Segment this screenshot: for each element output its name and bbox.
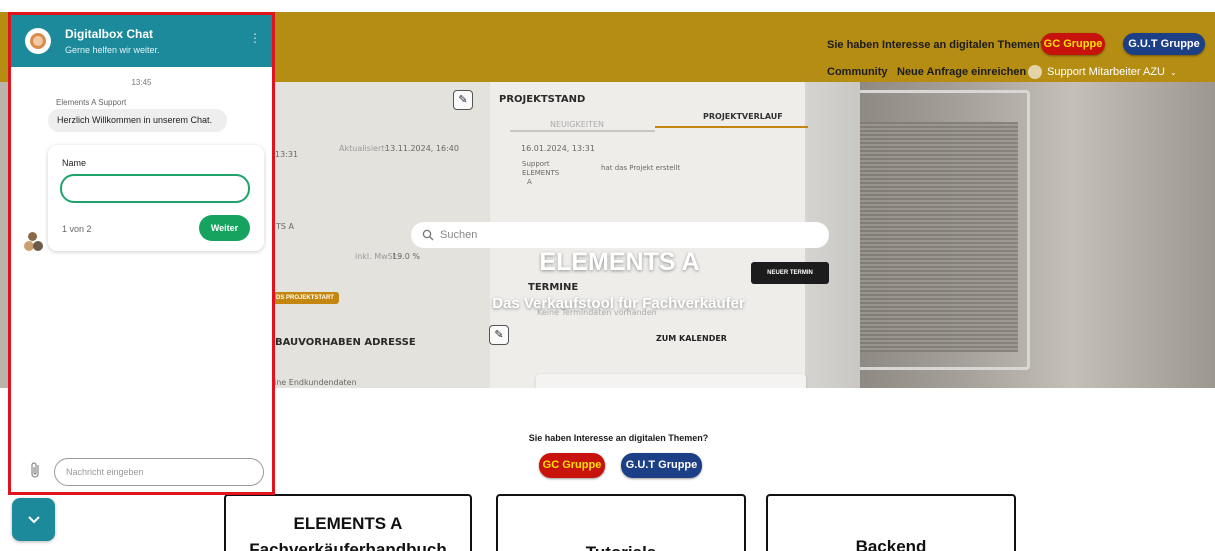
tile-title: ELEMENTS A [293, 514, 403, 533]
chat-sender-name: Elements A Support [56, 98, 127, 107]
chevron-down-icon: ⌄ [1170, 67, 1177, 77]
chat-widget: Digitalbox Chat Gerne helfen wir weiter.… [8, 12, 275, 495]
gut-gruppe-button[interactable]: G.U.T Gruppe [1123, 33, 1205, 55]
user-name: Support Mitarbeiter AZU [1047, 66, 1165, 78]
gc-gruppe-button-middle[interactable]: GC Gruppe [539, 453, 605, 478]
pencil-icon: ✎ [453, 90, 473, 110]
gc-gruppe-button[interactable]: GC Gruppe [1041, 33, 1105, 55]
search-bar[interactable]: Suchen [411, 222, 829, 248]
mock-date: 16.01.2024, 13:31 [521, 144, 595, 153]
tile-fachverkaeuferhandbuch[interactable]: ELEMENTS A Fachverkäuferhandbuch [224, 494, 472, 551]
mock-a: A [527, 178, 532, 186]
digital-topics-question: Sie haben Interesse an digitalen Themen? [827, 39, 1047, 51]
agent-group-avatar [24, 232, 46, 254]
agent-avatar-1 [28, 232, 37, 241]
chat-header: Digitalbox Chat Gerne helfen wir weiter.… [11, 15, 272, 67]
nav-community-link[interactable]: Community [827, 66, 888, 78]
mock-time: 13:31 [275, 150, 299, 159]
tile-backend[interactable]: Backend [766, 494, 1016, 551]
search-icon [422, 229, 434, 241]
name-field-label: Name [62, 158, 87, 168]
chat-title: Digitalbox Chat [65, 27, 154, 41]
chat-form-card: Name 1 von 2 Weiter [48, 145, 264, 251]
chat-message-input[interactable]: Nachricht eingeben [54, 458, 264, 486]
chat-agent-avatar [25, 28, 51, 54]
chat-timestamp: 13:45 [131, 78, 152, 87]
mock-end-customer: ine Endkundendaten [274, 378, 357, 387]
mock-tab-underline [510, 130, 655, 132]
mock-ts-a: TS A [276, 222, 294, 231]
mock-elements: ELEMENTS [522, 169, 560, 177]
nav-new-request-link[interactable]: Neue Anfrage einreichen [897, 66, 1026, 78]
chat-subtitle: Gerne helfen wir weiter. [65, 45, 160, 55]
mock-updated: Aktualisiert: [339, 144, 388, 153]
tile-tutorials[interactable]: Tutorials [496, 494, 746, 551]
mock-termine: TERMINE [528, 282, 579, 293]
mock-tab-active-underline [655, 126, 808, 128]
mock-projektverlauf: PROJEKTVERLAUF [703, 112, 783, 121]
kebab-menu-icon[interactable]: ⋮ [249, 31, 261, 45]
chat-message-bubble: Herzlich Willkommen in unserem Chat. [48, 109, 227, 132]
paperclip-icon[interactable] [29, 461, 43, 479]
tile-subtitle: Fachverkäuferhandbuch [249, 540, 447, 551]
headset-avatar-icon [30, 33, 46, 49]
tile-title: Tutorials [498, 543, 744, 551]
form-progress: 1 von 2 [62, 224, 92, 234]
user-avatar [1028, 65, 1042, 79]
mock-support: Support [522, 160, 550, 168]
tile-title: Backend [855, 537, 927, 551]
mock-updated-date: 13.11.2024, 16:40 [385, 144, 459, 153]
next-button[interactable]: Weiter [199, 215, 250, 241]
mock-created: hat das Projekt erstellt [601, 164, 681, 172]
name-input[interactable] [60, 174, 250, 203]
mock-card [536, 374, 806, 388]
mock-neuigkeiten: NEUIGKEITEN [550, 120, 605, 129]
pencil-icon: ✎ [489, 325, 509, 345]
gut-gruppe-button-middle[interactable]: G.U.T Gruppe [621, 453, 702, 478]
mock-address: BAUVORHABEN ADRESSE [275, 337, 416, 348]
mock-projektstand: PROJEKTSTAND [499, 94, 586, 105]
mock-to-calendar: ZUM KALENDER [656, 334, 727, 343]
chevron-down-icon [27, 516, 40, 524]
chat-toggle-button[interactable] [12, 498, 55, 541]
user-menu[interactable]: Support Mitarbeiter AZU ⌄ [1028, 64, 1177, 80]
agent-avatar-3 [33, 241, 43, 251]
speaker-grille [848, 122, 1018, 352]
search-input[interactable]: Suchen [440, 229, 477, 241]
